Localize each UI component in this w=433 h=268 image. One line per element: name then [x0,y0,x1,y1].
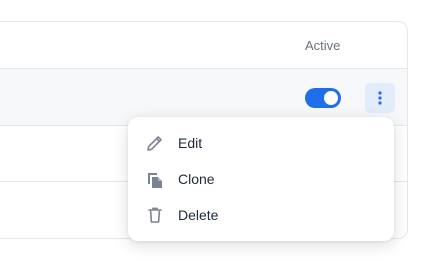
row-actions-button[interactable] [365,83,395,113]
column-header-active: Active [305,38,341,53]
menu-item-label: Delete [178,207,219,223]
more-vertical-icon [378,91,382,105]
menu-item-edit[interactable]: Edit [128,125,394,161]
row-actions-menu: Edit Clone Delete [128,117,394,241]
copy-icon [144,168,166,190]
toggle-knob [324,91,338,105]
table-header: Active [0,22,407,69]
pencil-icon [144,132,166,154]
menu-item-label: Clone [178,171,215,187]
trash-icon [144,204,166,226]
active-toggle[interactable] [305,88,341,108]
menu-item-label: Edit [178,135,203,151]
menu-item-delete[interactable]: Delete [128,197,394,233]
page: Active Edit Clone Delete [0,0,433,268]
menu-item-clone[interactable]: Clone [128,161,394,197]
